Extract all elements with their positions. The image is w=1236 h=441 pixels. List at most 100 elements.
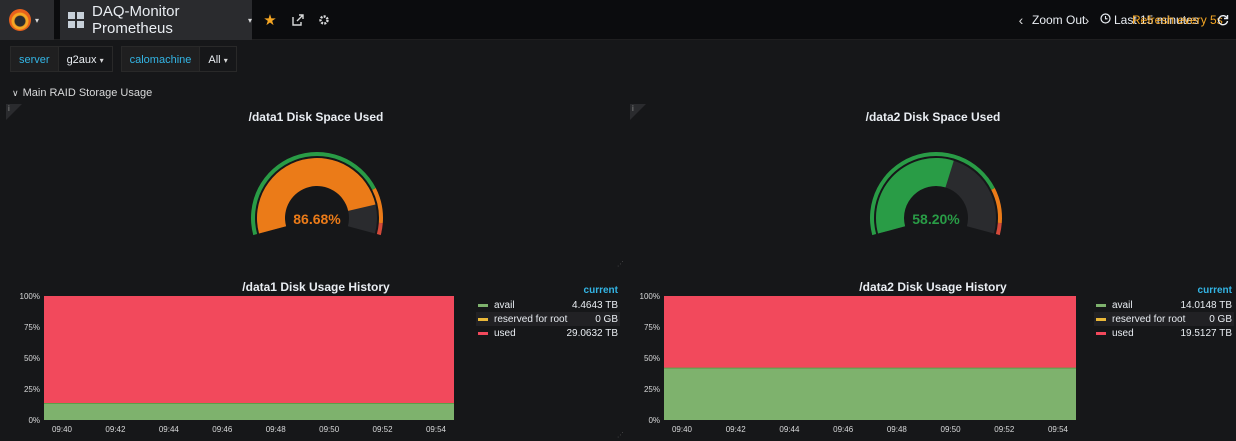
variable-value: g2aux [66, 54, 97, 66]
x-tick-label: 09:54 [1048, 425, 1069, 434]
series-used-area [664, 296, 1076, 369]
chevron-down-icon: ▾ [247, 15, 252, 25]
time-back-icon[interactable]: ‹ [1014, 0, 1028, 40]
gauge-chart: 58.20% [870, 152, 1002, 236]
gauge-panel-data2: i /data2 Disk Space Used 58.20% [630, 104, 1236, 270]
gear-icon[interactable] [312, 0, 336, 40]
y-tick-label: 0% [648, 416, 660, 425]
dashboard-picker[interactable]: DAQ-Monitor Prometheus ▾ [60, 0, 252, 40]
legend-swatch [478, 317, 488, 321]
row-header[interactable]: ∨ Main RAID Storage Usage [12, 87, 152, 99]
legend-swatch [478, 331, 488, 335]
y-tick-label: 75% [644, 323, 660, 332]
zoom-out-button[interactable]: Zoom Out [1032, 0, 1085, 40]
legend-name: avail [1112, 299, 1133, 311]
chevron-down-icon: ▾ [99, 56, 104, 65]
chevron-down-icon: ∨ [12, 88, 19, 98]
x-tick-label: 09:44 [159, 425, 180, 434]
legend-value: 4.4643 TB [572, 299, 618, 311]
legend-item-used[interactable]: used 29.0632 TB [476, 326, 620, 340]
chevron-down-icon: ▾ [223, 56, 228, 65]
x-tick-label: 09:40 [52, 425, 73, 434]
legend-value: 0 GB [595, 313, 618, 325]
legend-header: current [1197, 285, 1232, 296]
gauge-panel-data1: i /data1 Disk Space Used 86.68% ⋰ [6, 104, 626, 270]
legend-value: 14.0148 TB [1180, 299, 1232, 311]
refresh-interval-label-wrap[interactable]: Refresh every 5s [1132, 0, 1223, 40]
variable-value: All [208, 54, 221, 66]
legend-name: avail [494, 299, 515, 311]
graph-panel-data1-history: /data1 Disk Usage History 100% 75% 50% 25% 0… [6, 274, 626, 441]
zoom-out-label: Zoom Out [1032, 13, 1086, 27]
legend-item-reserved[interactable]: reserved for root 0 GB [476, 312, 620, 326]
x-tick-label: 09:50 [319, 425, 340, 434]
legend-swatch [1096, 303, 1106, 307]
time-forward-icon[interactable]: › [1080, 0, 1094, 40]
x-tick-label: 09:42 [726, 425, 747, 434]
gauge-chart: 86.68% [251, 152, 383, 236]
y-tick-label: 75% [24, 323, 40, 332]
series-avail-area [44, 403, 454, 420]
legend-header: current [583, 285, 618, 296]
refresh-icon[interactable] [1214, 0, 1232, 40]
legend-swatch [1096, 331, 1106, 335]
row-title: Main RAID Storage Usage [22, 87, 153, 99]
variable-select-calomachine[interactable]: All ▾ [200, 46, 237, 72]
chevron-down-icon: ▾ [35, 15, 40, 25]
legend-value: 29.0632 TB [566, 327, 618, 339]
x-tick-label: 09:52 [373, 425, 394, 434]
gauge-value-text: 58.20% [912, 211, 960, 227]
dashboard-title: DAQ-Monitor Prometheus [92, 3, 180, 37]
x-tick-label: 09:46 [833, 425, 854, 434]
legend-item-avail[interactable]: avail 14.0148 TB [1094, 298, 1234, 312]
x-tick-label: 09:48 [266, 425, 287, 434]
legend-value: 0 GB [1209, 313, 1232, 325]
variable-label-server: server [10, 46, 59, 72]
y-tick-label: 50% [24, 354, 40, 363]
x-tick-label: 09:42 [105, 425, 126, 434]
series-used-area [44, 296, 454, 404]
y-tick-label: 100% [20, 292, 40, 301]
refresh-interval-label: Refresh every 5s [1132, 13, 1223, 27]
x-tick-label: 09:54 [426, 425, 447, 434]
share-icon[interactable] [286, 0, 310, 40]
template-variables: server g2aux ▾ calomachine All ▾ [10, 46, 245, 72]
legend-name: reserved for root [1112, 313, 1186, 325]
threshold-band-crit [995, 222, 1002, 236]
y-tick-label: 25% [644, 385, 660, 394]
x-tick-label: 09:44 [779, 425, 800, 434]
legend-item-reserved[interactable]: reserved for root 0 GB [1094, 312, 1234, 326]
x-tick-label: 09:48 [887, 425, 908, 434]
graph-panel-data2-history: /data2 Disk Usage History 100% 75% 50% 25% 0… [630, 274, 1236, 441]
x-tick-label: 09:40 [672, 425, 693, 434]
graph-legend: current avail 4.4643 TB reserved for root… [476, 284, 620, 340]
clock-icon [1100, 13, 1111, 27]
y-tick-label: 0% [28, 416, 40, 425]
resize-handle[interactable]: ⋰ [617, 260, 624, 268]
x-tick-label: 09:50 [941, 425, 962, 434]
dashboard-grid-icon [68, 12, 84, 28]
y-tick-label: 25% [24, 385, 40, 394]
variable-label-calomachine: calomachine [120, 46, 201, 72]
variable-select-server[interactable]: g2aux ▾ [58, 46, 113, 72]
star-icon[interactable]: ★ [258, 0, 282, 40]
gauge-value-text: 86.68% [293, 211, 341, 227]
legend-name: used [1112, 327, 1134, 339]
resize-handle[interactable]: ⋰ [617, 431, 624, 439]
legend-swatch [478, 303, 488, 307]
top-navbar: ▾ DAQ-Monitor Prometheus ▾ ★ ‹ Zoom Out … [0, 0, 1236, 40]
series-avail-area [664, 368, 1076, 420]
grafana-menu-button[interactable]: ▾ [0, 0, 54, 40]
grafana-logo-icon [9, 9, 31, 31]
legend-item-used[interactable]: used 19.5127 TB [1094, 326, 1234, 340]
legend-name: reserved for root [494, 313, 568, 325]
legend-swatch [1096, 317, 1106, 321]
y-tick-label: 50% [644, 354, 660, 363]
threshold-band-crit [376, 222, 383, 236]
y-tick-label: 100% [640, 292, 660, 301]
legend-item-avail[interactable]: avail 4.4643 TB [476, 298, 620, 312]
legend-value: 19.5127 TB [1180, 327, 1232, 339]
graph-legend: current avail 14.0148 TB reserved for roo… [1094, 284, 1234, 340]
legend-name: used [494, 327, 516, 339]
x-tick-label: 09:52 [994, 425, 1015, 434]
